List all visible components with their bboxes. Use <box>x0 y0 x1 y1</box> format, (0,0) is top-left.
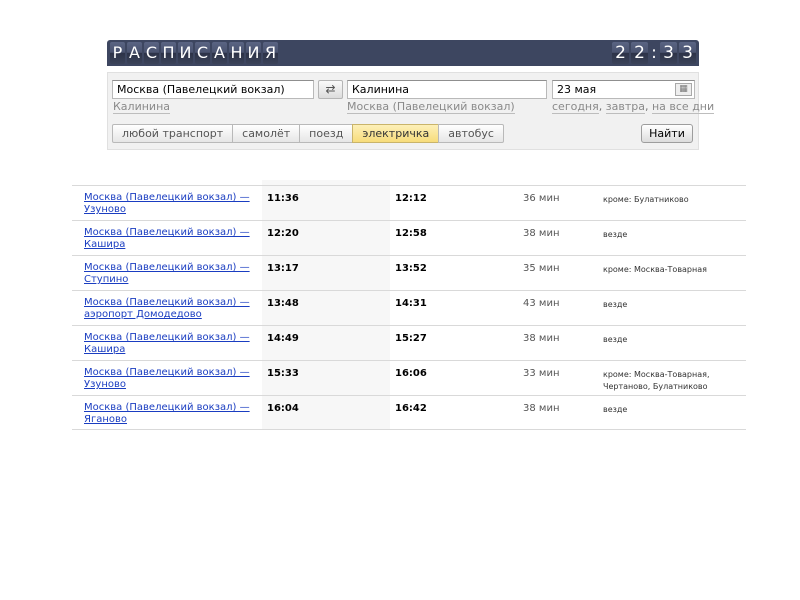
travel-duration: 38 мин <box>523 228 560 239</box>
to-suggestion: Москва (Павелецкий вокзал) <box>347 100 515 114</box>
table-row: Москва (Павелецкий вокзал) — Яганово 16:… <box>72 395 746 430</box>
board-title-letter: Я <box>263 42 278 64</box>
clock-colon: : <box>651 43 657 63</box>
date-separator: , <box>598 100 603 113</box>
route-link[interactable]: Москва (Павелецкий вокзал) — Кашира <box>84 332 254 356</box>
date-today-link[interactable]: сегодня <box>552 100 599 114</box>
from-suggestion: Калинина <box>113 100 171 114</box>
board-title-letter: А <box>212 42 227 64</box>
departure-time: 16:04 <box>267 403 299 414</box>
board-title-letter: И <box>178 42 193 64</box>
clock-digit: 2 <box>612 42 629 64</box>
table-row: Москва (Павелецкий вокзал) — Узуново 11:… <box>72 185 746 220</box>
date-value: 23 мая <box>557 83 597 96</box>
board-title-letter: С <box>144 42 159 64</box>
board-title-letter: А <box>127 42 142 64</box>
tab-suburban-train[interactable]: электричка <box>352 124 440 143</box>
tab-plane[interactable]: самолёт <box>232 124 301 143</box>
transport-type-tabs: любой транспорт самолёт поезд электричка… <box>112 124 504 143</box>
schedule-board-header: Р А С П И С А Н И Я 2 2 : 3 3 <box>107 40 699 66</box>
clock-digit: 3 <box>679 42 696 64</box>
stops-info: везде <box>603 230 628 239</box>
route-link[interactable]: Москва (Павелецкий вокзал) — Ступино <box>84 262 254 286</box>
board-clock: 2 2 : 3 3 <box>612 42 696 64</box>
calendar-icon[interactable]: ▦ <box>675 83 692 96</box>
route-link[interactable]: Москва (Павелецкий вокзал) — Узуново <box>84 367 254 391</box>
travel-duration: 35 мин <box>523 263 560 274</box>
search-panel: Москва (Павелецкий вокзал) ⇄ Калинина 23… <box>107 72 715 150</box>
date-all-days-link[interactable]: на все дни <box>651 100 715 114</box>
board-title-letter: С <box>195 42 210 64</box>
arrival-time: 16:06 <box>395 368 427 379</box>
stops-info: везде <box>603 300 628 309</box>
table-row: Москва (Павелецкий вокзал) — Кашира 14:4… <box>72 325 746 360</box>
to-station-input[interactable]: Калинина <box>347 80 547 99</box>
departure-time: 15:33 <box>267 368 299 379</box>
stops-info: кроме: Москва-Товарная, Чертаново, Булат… <box>603 370 710 391</box>
tab-any-transport[interactable]: любой транспорт <box>112 124 234 143</box>
arrival-time: 13:52 <box>395 263 427 274</box>
travel-duration: 38 мин <box>523 333 560 344</box>
stops-info: кроме: Москва-Товарная <box>603 265 707 274</box>
swap-direction-button[interactable]: ⇄ <box>318 80 343 99</box>
arrival-time: 12:12 <box>395 193 427 204</box>
tab-bus[interactable]: автобус <box>438 124 504 143</box>
travel-duration: 36 мин <box>523 193 560 204</box>
table-row: Москва (Павелецкий вокзал) — Ступино 13:… <box>72 255 746 290</box>
table-row: Москва (Павелецкий вокзал) — Кашира 12:2… <box>72 220 746 255</box>
board-title-letter: И <box>246 42 261 64</box>
departure-time: 11:36 <box>267 193 299 204</box>
travel-duration: 43 мин <box>523 298 560 309</box>
stops-info: везде <box>603 405 628 414</box>
arrival-time: 16:42 <box>395 403 427 414</box>
board-title-letter: П <box>161 42 176 64</box>
clock-digit: 2 <box>631 42 648 64</box>
find-button[interactable]: Найти <box>641 124 693 143</box>
departure-time: 14:49 <box>267 333 299 344</box>
from-suggestion-link[interactable]: Калинина <box>113 100 171 114</box>
date-shortcuts: сегодня, завтра, на все дни <box>552 100 715 114</box>
date-separator: , <box>644 100 649 113</box>
departure-time: 13:17 <box>267 263 299 274</box>
travel-duration: 38 мин <box>523 403 560 414</box>
table-row: Москва (Павелецкий вокзал) — Узуново 15:… <box>72 360 746 395</box>
from-station-input[interactable]: Москва (Павелецкий вокзал) <box>112 80 314 99</box>
clock-digit: 3 <box>660 42 677 64</box>
route-link[interactable]: Москва (Павелецкий вокзал) — аэропорт До… <box>84 297 254 321</box>
departure-time: 12:20 <box>267 228 299 239</box>
arrival-time: 12:58 <box>395 228 427 239</box>
date-input[interactable]: 23 мая ▦ <box>552 80 695 99</box>
arrival-time: 14:31 <box>395 298 427 309</box>
tab-train[interactable]: поезд <box>299 124 354 143</box>
arrival-time: 15:27 <box>395 333 427 344</box>
table-row: Москва (Павелецкий вокзал) — аэропорт До… <box>72 290 746 325</box>
to-suggestion-link[interactable]: Москва (Павелецкий вокзал) <box>347 100 515 114</box>
stops-info: кроме: Булатниково <box>603 195 689 204</box>
board-title: Р А С П И С А Н И Я <box>110 42 278 64</box>
swap-icon: ⇄ <box>325 82 336 96</box>
route-link[interactable]: Москва (Павелецкий вокзал) — Яганово <box>84 402 254 426</box>
board-title-letter: Р <box>110 42 125 64</box>
route-link[interactable]: Москва (Павелецкий вокзал) — Узуново <box>84 192 254 216</box>
route-link[interactable]: Москва (Павелецкий вокзал) — Кашира <box>84 227 254 251</box>
results-table: Москва (Павелецкий вокзал) — Узуново 11:… <box>72 180 746 430</box>
board-title-letter: Н <box>229 42 244 64</box>
stops-info: везде <box>603 335 628 344</box>
date-tomorrow-link[interactable]: завтра <box>605 100 645 114</box>
departure-time: 13:48 <box>267 298 299 309</box>
travel-duration: 33 мин <box>523 368 560 379</box>
